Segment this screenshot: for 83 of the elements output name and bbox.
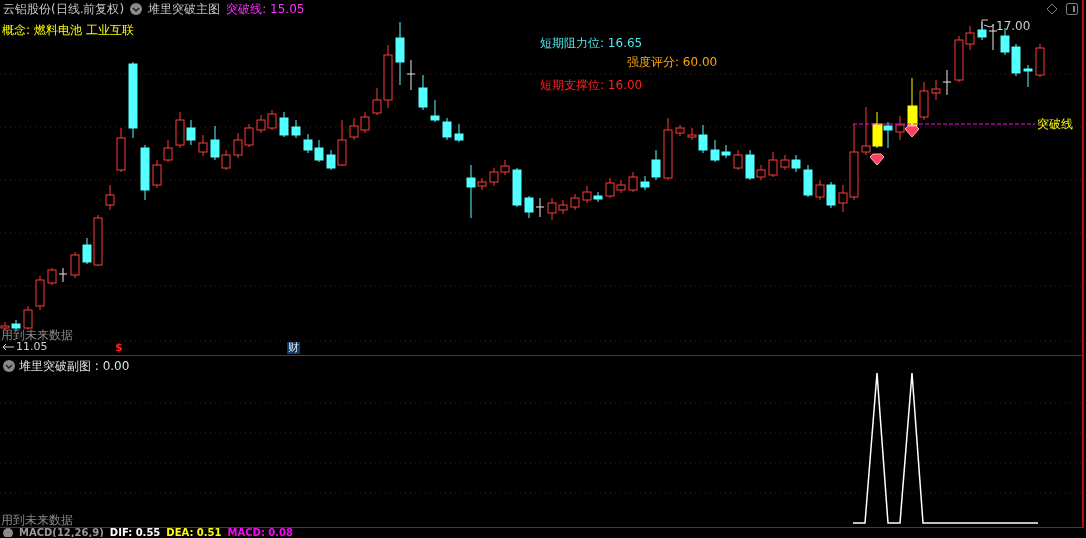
candlestick <box>535 197 545 218</box>
candlestick <box>244 123 254 148</box>
finance-marker[interactable]: 财 <box>287 342 300 354</box>
candlestick <box>175 111 185 149</box>
dropdown-icon[interactable] <box>130 3 143 15</box>
candlestick <box>58 267 68 283</box>
macd-value: MACD(12,26,9) <box>19 528 104 537</box>
breakout-line-label: 突破线 <box>1037 117 1073 131</box>
candlestick <box>803 164 813 198</box>
candlestick <box>23 305 33 331</box>
candlestick <box>883 121 893 149</box>
candlestick <box>186 119 196 146</box>
candlestick <box>768 151 778 178</box>
candlestick <box>442 117 452 141</box>
candlestick <box>628 171 638 193</box>
candlestick <box>861 106 871 156</box>
left-arrow-icon <box>2 343 14 351</box>
breakout-value: 突破线: 15.05 <box>226 2 305 16</box>
candlestick <box>430 99 440 123</box>
candlestick <box>570 193 580 211</box>
candlestick <box>116 127 126 173</box>
candlestick <box>907 77 918 129</box>
candlestick <box>1011 43 1021 77</box>
chart-annotation: 短期阻力位: 16.65 <box>540 36 643 50</box>
gem-icon <box>904 125 920 138</box>
candlestick <box>942 69 952 96</box>
candlestick <box>988 23 998 51</box>
candlestick <box>931 79 941 101</box>
candlestick <box>11 319 21 331</box>
candlestick <box>279 111 289 138</box>
candlestick <box>895 115 905 141</box>
candlestick <box>418 74 428 111</box>
candlestick <box>489 167 499 187</box>
candlestick <box>1035 43 1045 78</box>
flag-marker-icon <box>981 19 995 31</box>
candlestick <box>163 139 173 163</box>
candlestick <box>815 179 825 201</box>
candlestick <box>663 117 673 181</box>
candlestick <box>919 81 929 121</box>
candlestick <box>152 159 162 189</box>
candlestick <box>233 132 243 159</box>
candlestick <box>791 154 801 173</box>
low-price-label: 11.05 <box>16 341 48 353</box>
candlestick <box>291 119 301 139</box>
candlestick <box>360 111 370 134</box>
stock-title: 云铝股份(日线.前复权) <box>3 2 125 16</box>
diamond-icon[interactable] <box>1046 3 1058 15</box>
candlestick <box>303 133 313 154</box>
dropdown-icon[interactable] <box>3 360 15 372</box>
macd-value: DEA: 0.51 <box>166 528 222 537</box>
candlestick <box>267 109 277 131</box>
high-price-label: 17.00 <box>996 19 1031 33</box>
candlestick <box>256 114 266 134</box>
candlestick <box>198 134 208 157</box>
candlestick <box>500 159 510 176</box>
candlestick <box>733 149 743 171</box>
candlestick <box>826 181 836 209</box>
candlestick <box>512 167 522 208</box>
dollar-marker[interactable]: $ <box>115 342 123 354</box>
candlestick <box>35 275 45 311</box>
indicator-name: 堆里突破主图 <box>148 2 221 16</box>
gem-icon <box>869 153 885 166</box>
candlestick <box>70 251 80 279</box>
candlestick <box>1023 64 1033 88</box>
future-data-warning: 用到未来数据 <box>1 513 73 527</box>
chart-annotation: 强度评分: 60.00 <box>627 55 718 69</box>
panel-toggle-icon[interactable] <box>1066 3 1078 15</box>
chart-annotation: 短期支撑位: 16.00 <box>540 78 643 92</box>
candlestick <box>872 111 883 149</box>
candlestick <box>47 267 57 286</box>
candlestick <box>675 124 685 137</box>
candlestick <box>314 139 324 163</box>
macd-value: DIF: 0.55 <box>109 528 161 537</box>
candlestick <box>780 154 790 171</box>
candlestick <box>349 117 359 141</box>
sub-indicator-title: 堆里突破副图 : 0.00 <box>19 359 130 373</box>
candlestick <box>454 123 464 143</box>
candlestick <box>524 195 534 219</box>
concepts-text: 概念: 燃料电池 工业互联 <box>2 23 134 37</box>
macd-value: MACD: 0.08 <box>227 528 294 537</box>
candlestick <box>140 144 150 201</box>
candlestick <box>105 184 115 211</box>
future-data-warning: 用到未来数据 <box>1 328 73 342</box>
